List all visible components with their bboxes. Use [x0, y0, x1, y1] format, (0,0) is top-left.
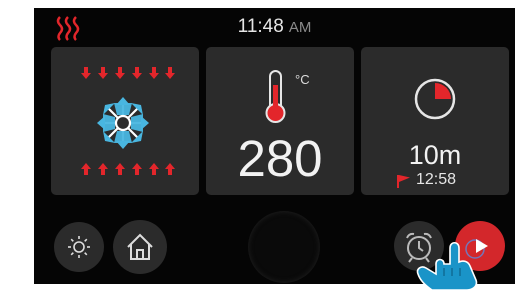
- brightness-icon: [68, 236, 90, 258]
- timer-end-time: 12:58: [416, 171, 457, 188]
- timer-pie-icon: [414, 78, 456, 120]
- control-knob[interactable]: [248, 211, 320, 283]
- clock-time: 11:48: [237, 16, 284, 37]
- convection-fan-top-bottom-heat-icon: [81, 67, 175, 175]
- home-button[interactable]: [113, 220, 167, 274]
- temperature-value: 280: [237, 130, 323, 187]
- temperature-unit: °C: [295, 72, 310, 87]
- thermometer-icon: [265, 70, 286, 123]
- timer-duration: 10m: [408, 140, 462, 170]
- touch-hand-icon: [416, 241, 478, 290]
- timer-tile[interactable]: 10m 12:58: [361, 47, 509, 195]
- mode-tile[interactable]: [51, 47, 199, 195]
- clock: 11:48 AM: [34, 16, 515, 38]
- flag-icon: [397, 175, 410, 188]
- brightness-button[interactable]: [54, 222, 104, 272]
- home-icon: [127, 233, 153, 260]
- clock-ampm: AM: [288, 19, 312, 36]
- temperature-tile[interactable]: °C 280: [206, 47, 354, 195]
